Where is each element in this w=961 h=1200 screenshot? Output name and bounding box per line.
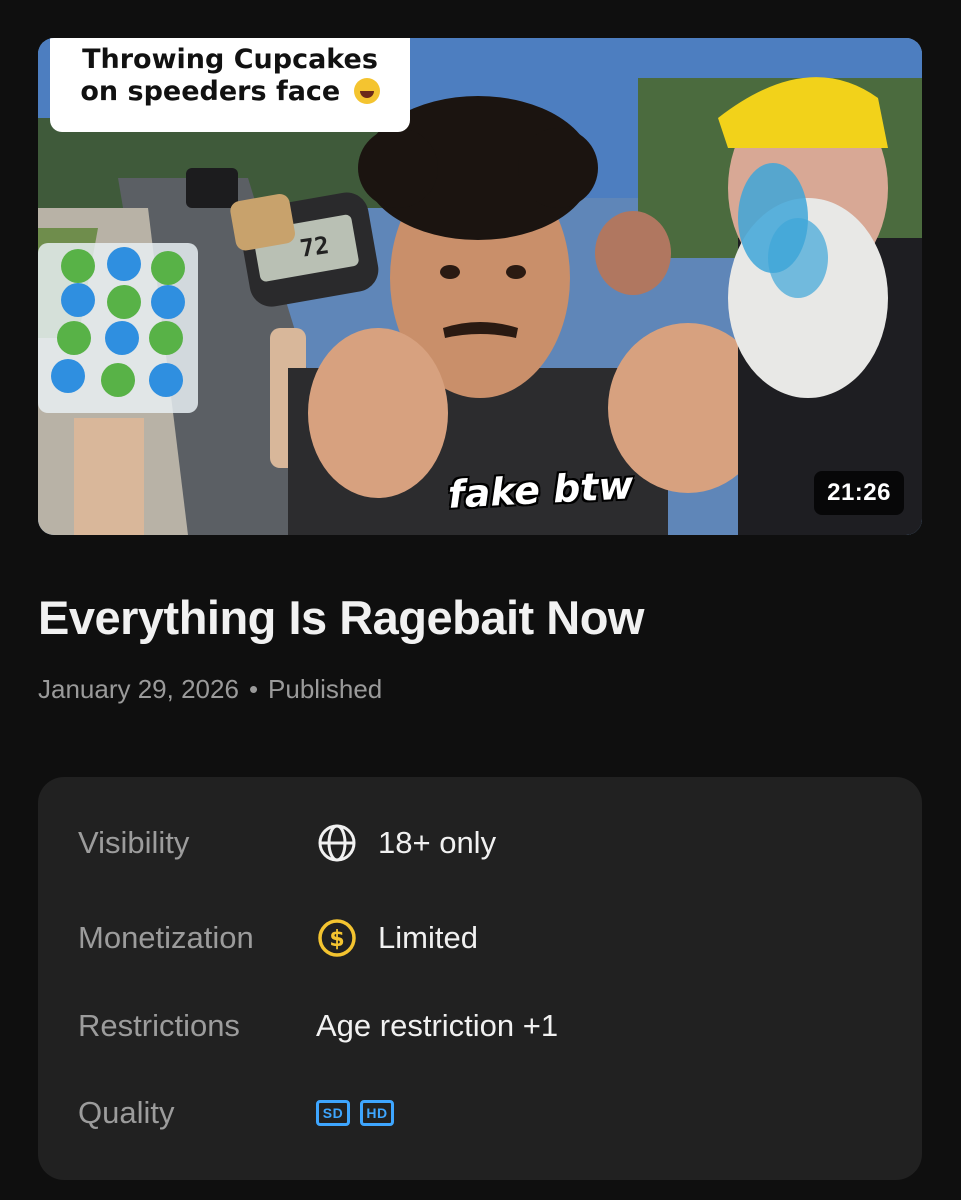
- restrictions-value: Age restriction +1: [316, 1008, 558, 1044]
- video-details-card: Visibility 18+ only Monetization $ Limit…: [38, 777, 922, 1180]
- quality-label: Quality: [78, 1095, 175, 1130]
- quality-value: SD HD: [316, 1100, 404, 1126]
- meta-separator: •: [248, 674, 259, 704]
- svg-text:$: $: [329, 927, 344, 952]
- visibility-row[interactable]: Visibility 18+ only: [38, 813, 922, 873]
- sd-badge-icon: SD: [316, 1100, 350, 1126]
- globe-icon: [316, 822, 358, 864]
- restrictions-value-text: Age restriction +1: [316, 1008, 559, 1043]
- caption-line-1: Throwing Cupcakes: [82, 44, 378, 75]
- visibility-label: Visibility: [78, 825, 190, 860]
- restrictions-label: Restrictions: [78, 1008, 240, 1043]
- visibility-value: 18+ only: [316, 822, 496, 864]
- laughing-emoji-icon: [353, 78, 380, 104]
- publish-date: January 29, 2026: [38, 674, 239, 704]
- thumbnail-caption: Throwing Cupcakes on speeders face: [50, 38, 410, 132]
- video-duration-badge: 21:26: [814, 471, 904, 515]
- hd-badge-icon: HD: [360, 1100, 394, 1126]
- caption-line-2-text: on speeders face: [80, 76, 341, 107]
- monetization-value: $ Limited: [316, 917, 478, 959]
- video-title: Everything Is Ragebait Now: [38, 591, 644, 644]
- caption-line-2: on speeders face: [50, 76, 410, 108]
- video-details-page: Throwing Cupcakes on speeders face 72 fa…: [0, 0, 961, 1200]
- visibility-value-text: 18+ only: [378, 825, 497, 860]
- publish-status: Published: [268, 674, 383, 704]
- monetization-label: Monetization: [78, 920, 254, 955]
- restrictions-row[interactable]: Restrictions Age restriction +1: [38, 996, 922, 1056]
- video-thumbnail[interactable]: Throwing Cupcakes on speeders face 72 fa…: [38, 38, 922, 535]
- video-meta: January 29, 2026 • Published: [38, 674, 382, 705]
- monetization-row[interactable]: Monetization $ Limited: [38, 908, 922, 968]
- dollar-circle-icon: $: [316, 917, 358, 959]
- quality-row[interactable]: Quality SD HD: [38, 1083, 922, 1143]
- monetization-value-text: Limited: [378, 920, 478, 955]
- radar-gun-reading: 72: [298, 231, 331, 263]
